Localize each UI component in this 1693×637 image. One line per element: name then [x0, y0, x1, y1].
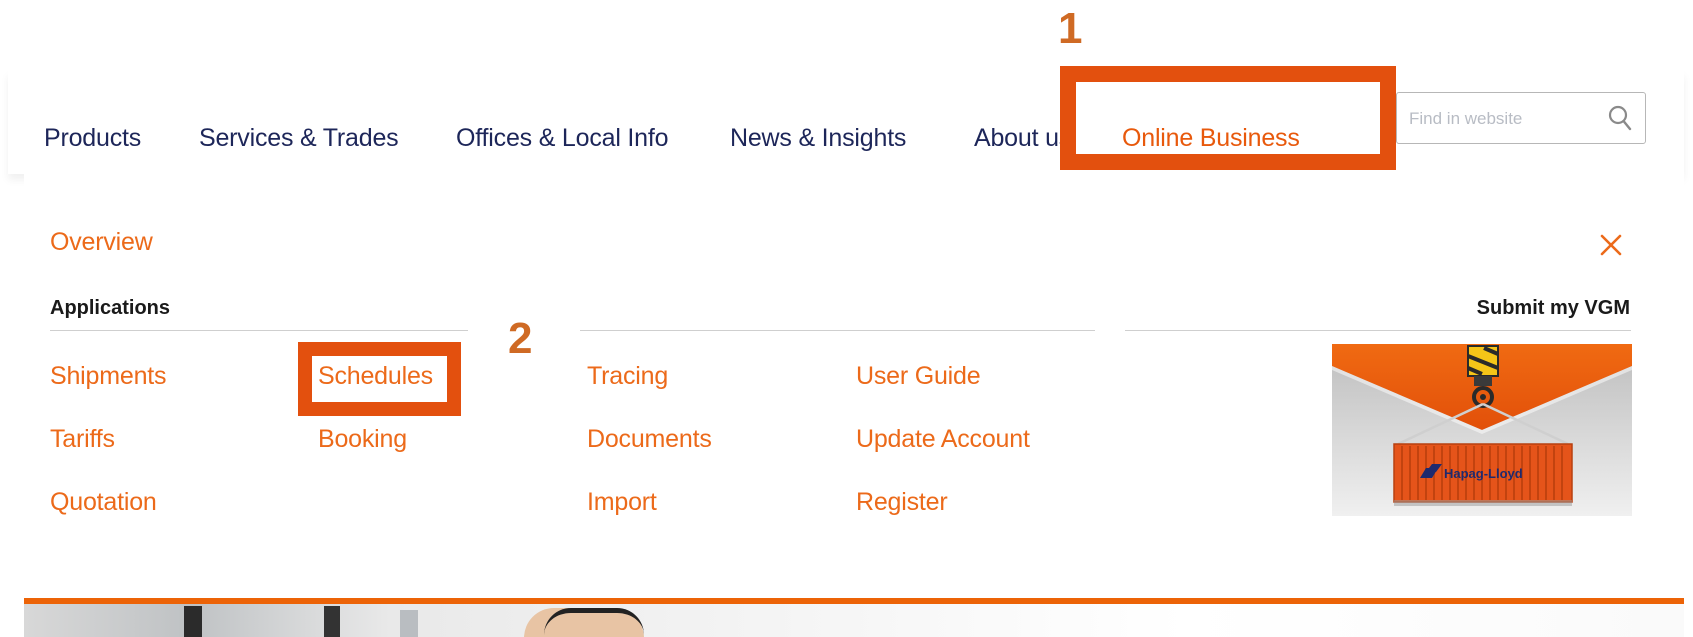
nav-item-offices-local-info[interactable]: Offices & Local Info [456, 124, 669, 153]
close-icon[interactable] [1596, 230, 1626, 260]
menu-link-user-guide[interactable]: User Guide [856, 362, 981, 391]
divider-applications [50, 330, 468, 331]
nav-item-online-business[interactable]: Online Business [1122, 124, 1300, 153]
search-box [1396, 92, 1646, 144]
applications-heading: Applications [50, 297, 171, 319]
menu-link-import[interactable]: Import [587, 488, 657, 517]
menu-link-schedules[interactable]: Schedules [318, 362, 433, 391]
search-icon[interactable] [1607, 104, 1633, 132]
menu-overview-link[interactable]: Overview [50, 228, 153, 257]
callout-number-2: 2 [508, 314, 533, 363]
divider-middle [580, 330, 1095, 331]
menu-link-tracing[interactable]: Tracing [587, 362, 668, 391]
hero-dark-pillar [324, 606, 340, 637]
hero-grey-pillar [400, 610, 418, 637]
menu-link-shipments[interactable]: Shipments [50, 362, 167, 391]
divider-vgm [1125, 330, 1631, 331]
search-input[interactable] [1407, 103, 1601, 135]
nav-item-services-trades[interactable]: Services & Trades [199, 124, 399, 153]
menu-link-tariffs[interactable]: Tariffs [50, 425, 115, 454]
page: Products Services & Trades Offices & Loc… [0, 0, 1693, 637]
hero-dark-pillar [184, 606, 202, 637]
menu-link-documents[interactable]: Documents [587, 425, 712, 454]
submit-vgm-image[interactable]: Hapag-Lloyd [1332, 344, 1632, 516]
nav-item-about-us-wrapper: About us [974, 110, 1073, 170]
menu-link-quotation[interactable]: Quotation [50, 488, 157, 517]
vgm-container-logo-text: Hapag-Lloyd [1444, 466, 1523, 481]
main-navigation: Products Services & Trades Offices & Loc… [8, 70, 1684, 174]
hero-glasses [544, 608, 644, 635]
menu-link-register[interactable]: Register [856, 488, 948, 517]
menu-link-booking[interactable]: Booking [318, 425, 407, 454]
nav-item-products[interactable]: Products [44, 124, 141, 153]
submit-vgm-heading: Submit my VGM [1476, 297, 1630, 319]
nav-item-about-us[interactable]: About us [974, 124, 1071, 153]
nav-item-news-insights[interactable]: News & Insights [730, 124, 906, 153]
callout-number-1: 1 [1058, 4, 1083, 53]
menu-link-update-account[interactable]: Update Account [856, 425, 1030, 454]
hero-image [24, 604, 1684, 637]
